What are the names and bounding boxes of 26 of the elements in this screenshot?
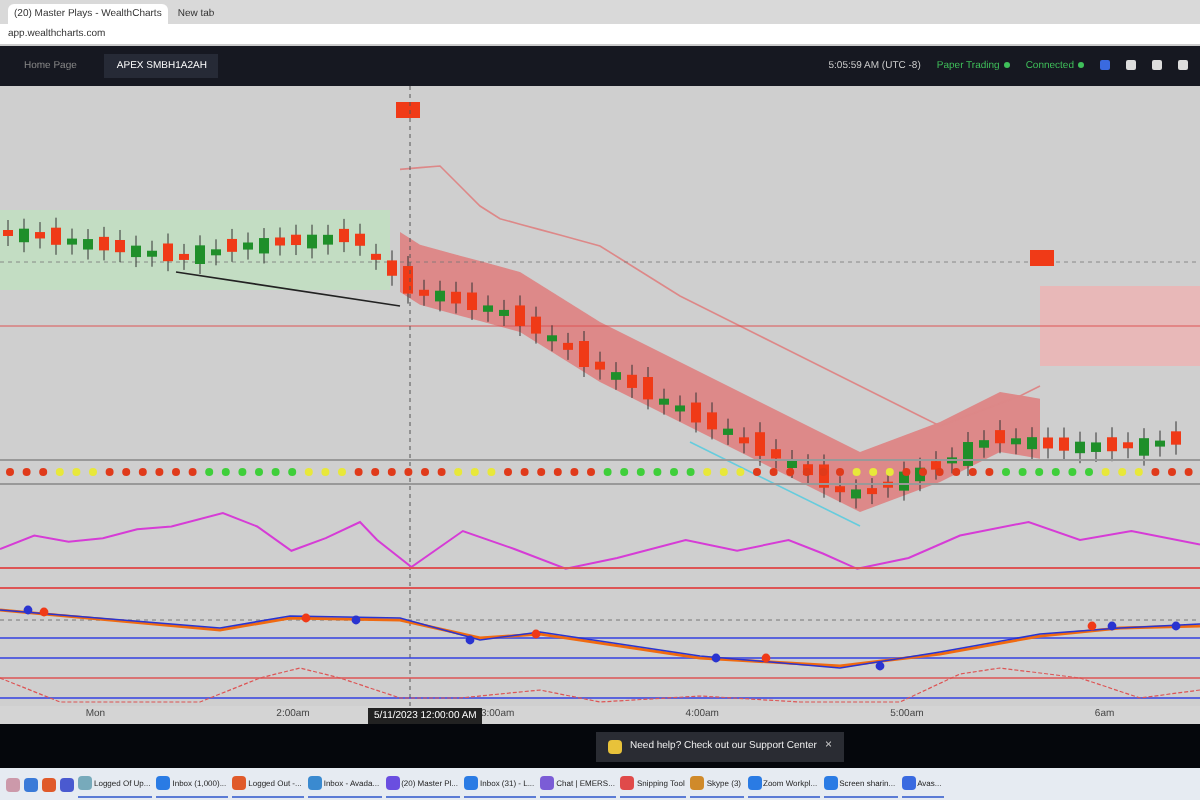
signal-marker: [1030, 249, 1054, 266]
chat-icon: [608, 739, 623, 754]
crossover-dot: [1087, 620, 1097, 630]
crossover-dot: [351, 614, 361, 624]
app-icon: [385, 776, 400, 791]
signal-marker: [396, 101, 420, 118]
crossover-dot: [531, 628, 541, 638]
app-icon: [540, 776, 555, 791]
app-icon: [156, 776, 171, 791]
crossover-dot: [1107, 620, 1117, 630]
crossover-dot: [711, 652, 721, 662]
app-icon: [620, 776, 635, 791]
app-icon: [464, 776, 479, 791]
crossover-dot: [1171, 620, 1181, 630]
crossover-dot: [465, 634, 475, 644]
app-icon: [901, 776, 916, 791]
app-icon: [747, 776, 762, 791]
app-icon: [307, 776, 322, 791]
app-icon: [823, 776, 838, 791]
crossover-dot: [39, 606, 49, 616]
crossover-dot: [875, 660, 885, 670]
crossover-dot: [761, 652, 771, 662]
app-icon: [232, 776, 247, 791]
crossover-dot: [23, 604, 33, 614]
crossover-dot: [301, 612, 311, 622]
app-icon: [690, 776, 705, 791]
